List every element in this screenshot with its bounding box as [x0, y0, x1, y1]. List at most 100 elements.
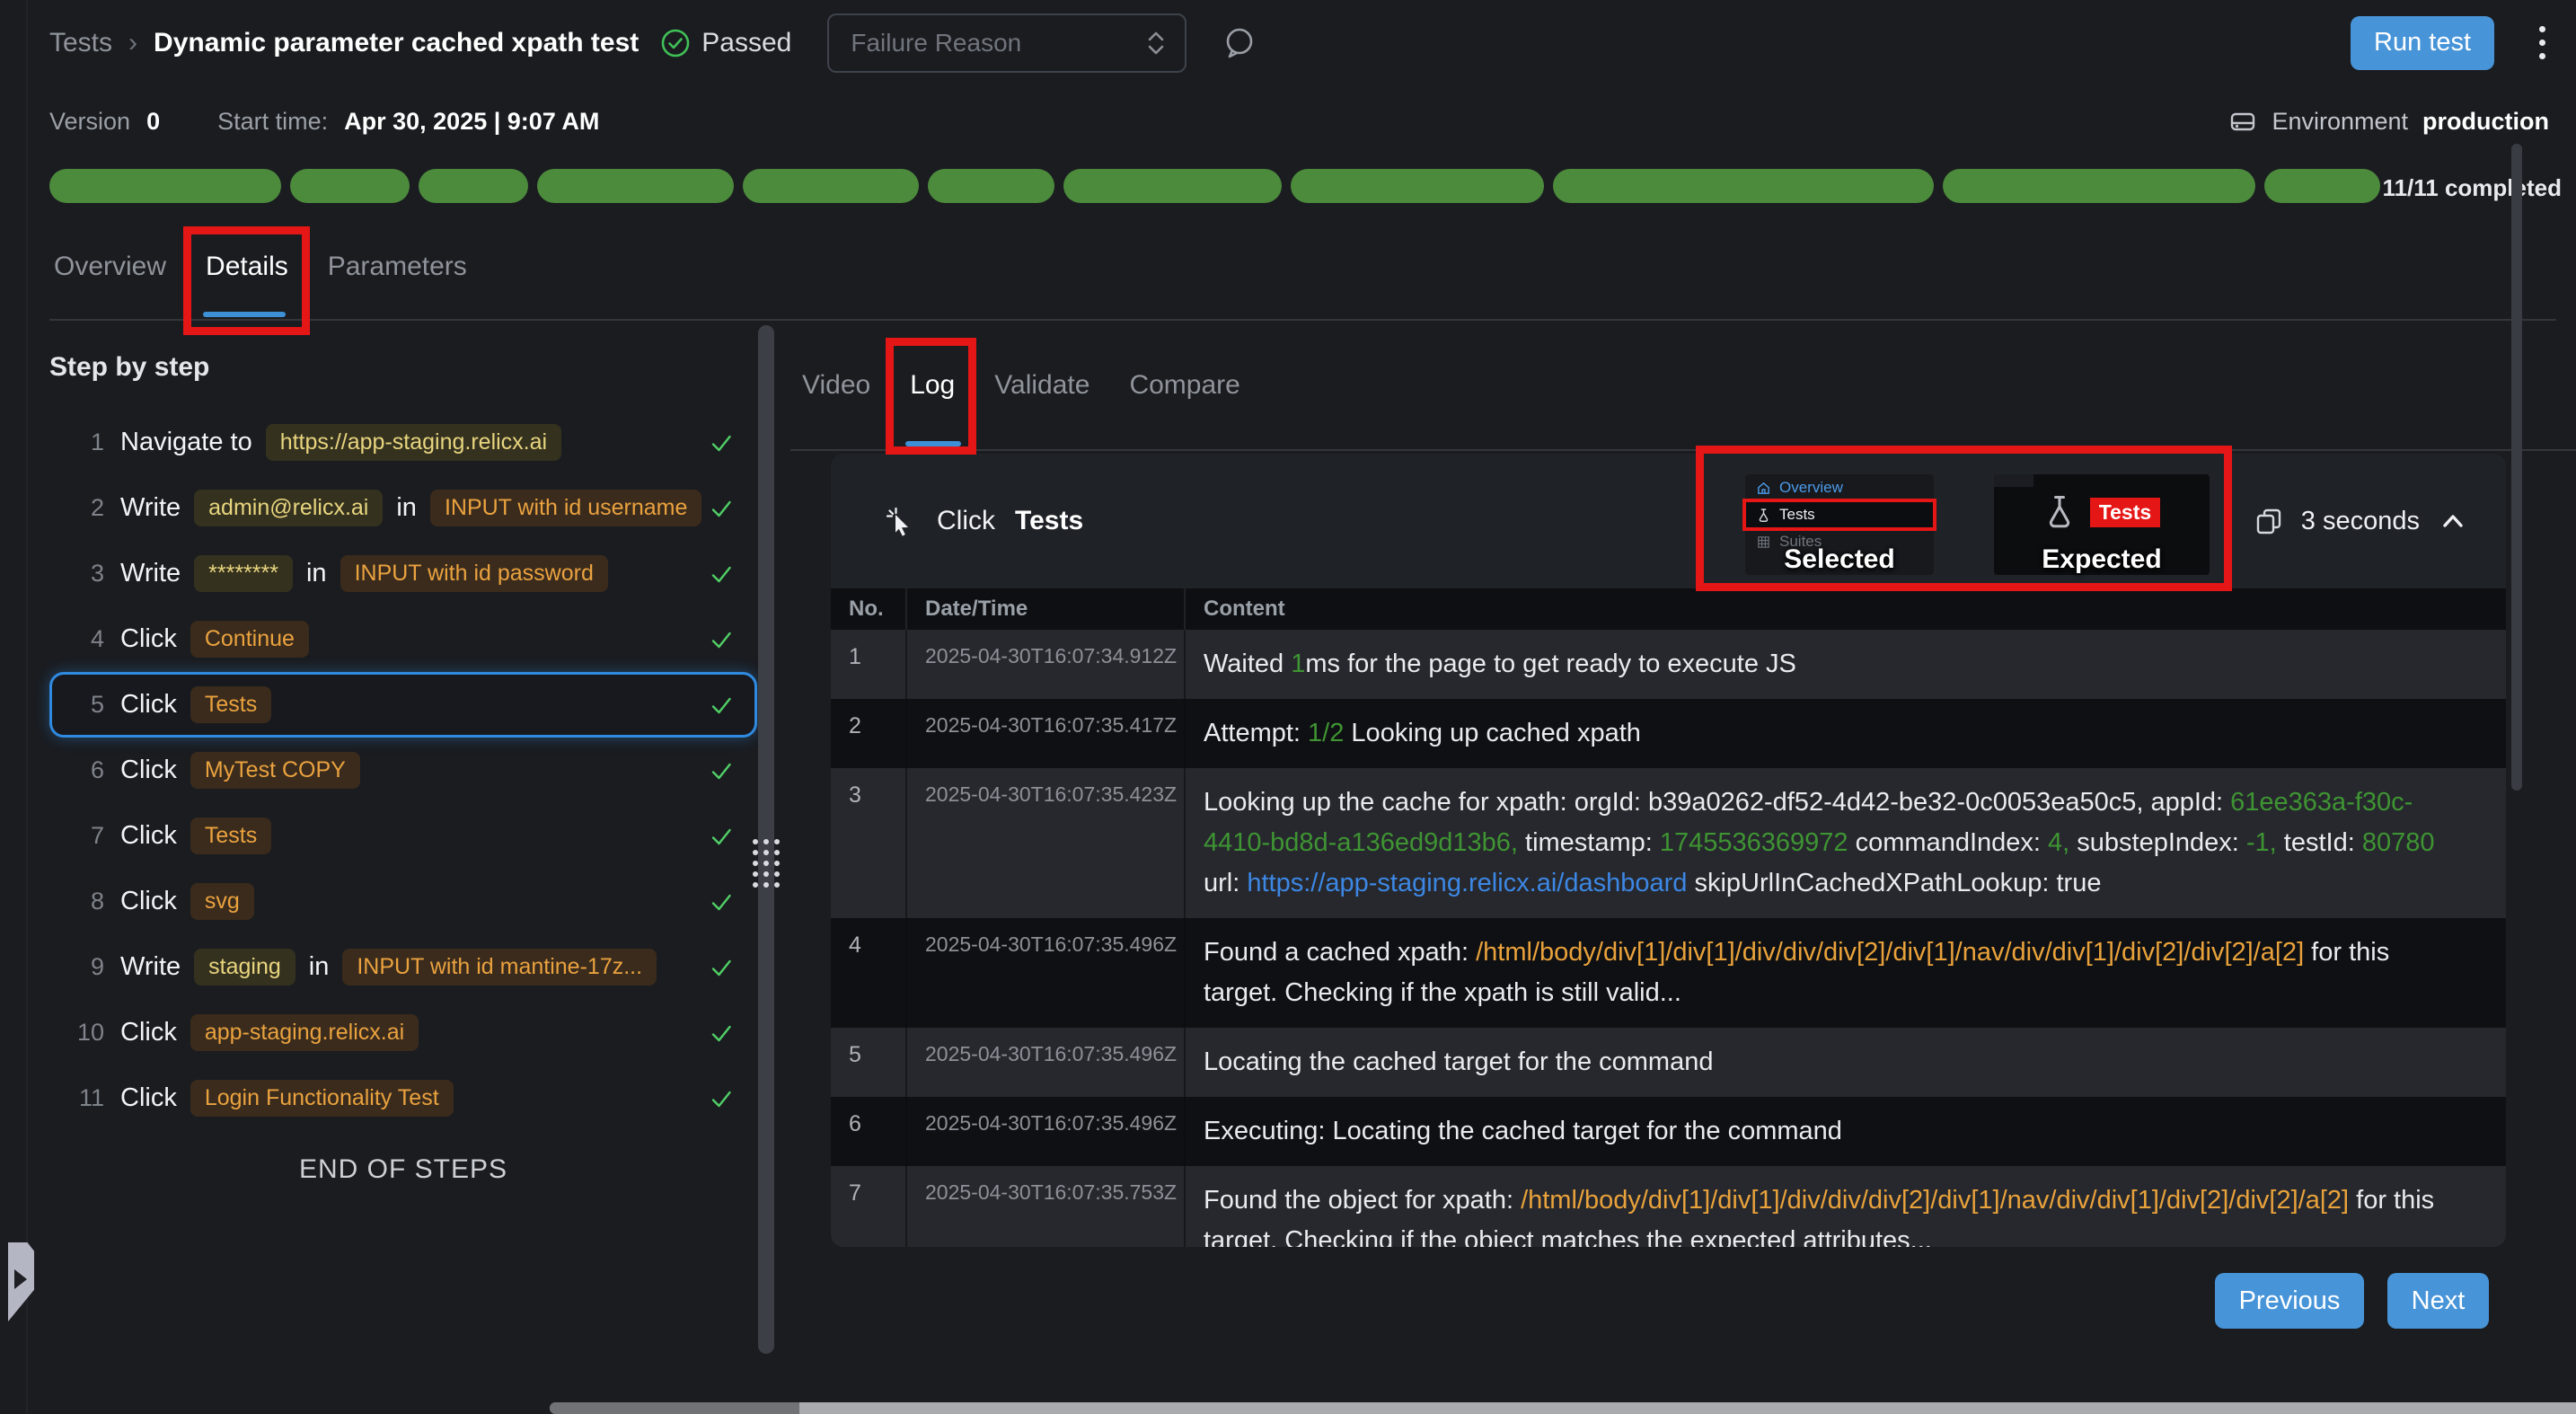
progress-segment[interactable]: [2264, 169, 2380, 203]
step-action-text: in: [396, 493, 417, 523]
meta-row: Version 0 Start time: Apr 30, 2025 | 9:0…: [49, 85, 2549, 157]
expand-arrow-icon: [14, 1269, 27, 1289]
progress-segment[interactable]: [928, 169, 1054, 203]
col-header-content: Content: [1186, 588, 2506, 630]
log-panel-tabs: Video Log Validate Compare: [802, 370, 1240, 410]
collapse-chevron-up-icon[interactable]: [2438, 509, 2468, 533]
col-header-datetime: Date/Time: [907, 588, 1186, 630]
more-options-kebab-icon[interactable]: [2536, 22, 2549, 63]
duration-cluster: 3 seconds: [2254, 454, 2468, 588]
log-row[interactable]: 52025-04-30T16:07:35.496ZLocating the ca…: [831, 1028, 2506, 1097]
log-rows: 12025-04-30T16:07:34.912ZWaited 1ms for …: [831, 630, 2506, 1247]
step-row[interactable]: 6ClickMyTest COPY: [49, 738, 757, 803]
step-number: 2: [65, 494, 104, 522]
status-text: Passed: [701, 28, 791, 58]
expand-panel-handle[interactable]: [8, 1242, 34, 1321]
log-row[interactable]: 32025-04-30T16:07:35.423ZLooking up the …: [831, 768, 2506, 918]
log-row-number: 7: [831, 1166, 907, 1247]
step-action-text: Click: [120, 1083, 177, 1113]
step-target-badge: MyTest COPY: [190, 752, 360, 789]
step-success-check-icon: [708, 626, 735, 653]
step-success-check-icon: [708, 495, 735, 522]
progress-segment[interactable]: [1943, 169, 2255, 203]
log-row[interactable]: 12025-04-30T16:07:34.912ZWaited 1ms for …: [831, 630, 2506, 699]
step-target-badge: Tests: [190, 686, 271, 723]
step-number: 5: [65, 691, 104, 719]
log-row[interactable]: 42025-04-30T16:07:35.496ZFound a cached …: [831, 918, 2506, 1028]
step-row[interactable]: 3Write********inINPUT with id password: [49, 541, 757, 606]
log-row[interactable]: 72025-04-30T16:07:35.753ZFound the objec…: [831, 1166, 2506, 1247]
progress-completed-label: 11/11 completed: [2383, 174, 2562, 202]
tab-video[interactable]: Video: [802, 370, 870, 410]
steps-scrollbar[interactable]: [758, 325, 774, 1354]
progress-segment[interactable]: [1553, 169, 1934, 203]
progress-segment[interactable]: [537, 169, 734, 203]
failure-reason-select[interactable]: Failure Reason: [827, 13, 1187, 73]
progress-segment[interactable]: [743, 169, 919, 203]
status-badge: Passed: [660, 28, 791, 58]
click-cursor-icon: [883, 504, 917, 538]
step-action-text: in: [306, 559, 327, 588]
step-success-check-icon: [708, 954, 735, 981]
step-row[interactable]: 8Clicksvg: [49, 869, 757, 934]
step-action-text: Write: [120, 952, 181, 982]
log-table-scrollbar[interactable]: [2511, 144, 2522, 791]
panel-resize-handle[interactable]: [753, 839, 780, 888]
step-target-badge: INPUT with id username: [430, 490, 701, 526]
step-row[interactable]: 9WritestaginginINPUT with id mantine-17z…: [49, 934, 757, 1000]
environment-icon: [2228, 107, 2257, 136]
step-row[interactable]: 1Navigate tohttps://app-staging.relicx.a…: [49, 410, 757, 475]
progress-segment[interactable]: [419, 169, 528, 203]
step-target-badge: app-staging.relicx.ai: [190, 1014, 419, 1051]
log-row-timestamp: 2025-04-30T16:07:34.912Z: [907, 630, 1186, 699]
tab-overview[interactable]: Overview: [54, 252, 166, 291]
run-test-button[interactable]: Run test: [2351, 16, 2494, 70]
col-header-no: No.: [831, 588, 907, 630]
step-number: 7: [65, 822, 104, 850]
previous-button[interactable]: Previous: [2215, 1273, 2364, 1329]
tab-log[interactable]: Log: [910, 370, 955, 410]
step-success-check-icon: [708, 429, 735, 456]
step-row[interactable]: 7ClickTests: [49, 803, 757, 869]
horizontal-scrollbar[interactable]: [550, 1402, 2576, 1414]
breadcrumb-tests-link[interactable]: Tests: [49, 28, 112, 58]
expected-screenshot-thumb[interactable]: Tests Expected: [1994, 474, 2210, 575]
step-row[interactable]: 5ClickTests: [49, 672, 757, 738]
active-log-tab-underline: [905, 441, 961, 446]
tabs-divider: [49, 319, 2556, 321]
log-table-header: No. Date/Time Content: [831, 588, 2506, 630]
log-row-timestamp: 2025-04-30T16:07:35.496Z: [907, 1097, 1186, 1166]
selected-screenshot-thumb[interactable]: Overview Tests Suites Selected: [1745, 474, 1934, 575]
progress-segment[interactable]: [1063, 169, 1282, 203]
comment-bubble-icon[interactable]: [1221, 24, 1258, 62]
step-row[interactable]: 2 Write admin@relicx.ai in INPUT with id use…: [49, 475, 757, 541]
horizontal-scrollbar-thumb[interactable]: [550, 1402, 799, 1414]
next-button[interactable]: Next: [2387, 1273, 2489, 1329]
tab-parameters[interactable]: Parameters: [328, 252, 467, 291]
log-row-number: 4: [831, 918, 907, 1028]
progress-segment[interactable]: [290, 169, 410, 203]
tab-compare[interactable]: Compare: [1129, 370, 1239, 410]
step-row[interactable]: 4ClickContinue: [49, 606, 757, 672]
tab-details[interactable]: Details: [206, 252, 288, 291]
progress-segment[interactable]: [49, 169, 281, 203]
step-row[interactable]: 10Clickapp-staging.relicx.ai: [49, 1000, 757, 1065]
start-time-label: Start time:: [217, 108, 328, 136]
copy-icon[interactable]: [2254, 507, 2283, 535]
log-link[interactable]: https://app-staging.relicx.ai/dashboard: [1247, 869, 1687, 897]
step-value-badge: staging: [194, 949, 296, 985]
step-number: 4: [65, 625, 104, 653]
step-row[interactable]: 11ClickLogin Functionality Test: [49, 1065, 757, 1131]
step-success-check-icon: [708, 757, 735, 784]
step-success-check-icon: [708, 692, 735, 719]
step-value-badge: admin@relicx.ai: [194, 490, 383, 526]
top-bar: Tests › Dynamic parameter cached xpath t…: [49, 0, 2549, 85]
log-row[interactable]: 62025-04-30T16:07:35.496ZExecuting: Loca…: [831, 1097, 2506, 1166]
log-row-content: Found a cached xpath: /html/body/div[1]/…: [1186, 918, 2506, 1028]
tab-validate[interactable]: Validate: [994, 370, 1090, 410]
step-number: 6: [65, 756, 104, 784]
log-row[interactable]: 22025-04-30T16:07:35.417ZAttempt: 1/2 Lo…: [831, 699, 2506, 768]
progress-segment[interactable]: [1291, 169, 1543, 203]
log-row-number: 6: [831, 1097, 907, 1166]
step-action-text: Write: [120, 493, 181, 523]
